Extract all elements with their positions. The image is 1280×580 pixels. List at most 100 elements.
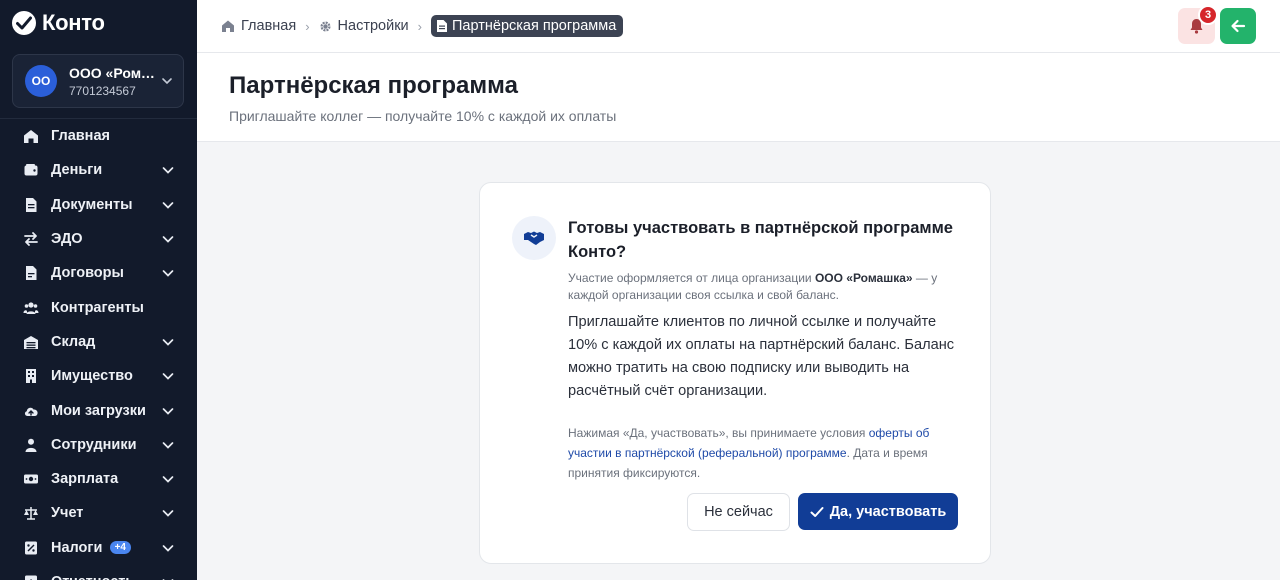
sidebar: Конто ОО ООО «Ромашка» 7701234567 Главна… — [0, 0, 197, 580]
sidebar-item-accounting[interactable]: Учет — [0, 496, 197, 530]
users-icon — [22, 299, 40, 317]
sidebar-item-label: Склад — [51, 333, 96, 350]
note-org-name: ООО «Ромашка» — [814, 271, 913, 285]
org-inn: 7701234567 — [69, 83, 136, 98]
card-org-note: Участие оформляется от лица организации … — [568, 270, 964, 303]
top-bar: Главная › Настройки › Партнёрская програ… — [197, 0, 1280, 53]
breadcrumb-label: Главная — [241, 18, 297, 34]
document-icon — [22, 196, 40, 214]
card-legal-note: Нажимая «Да, участвовать», вы принимаете… — [568, 423, 964, 483]
contract-icon — [22, 264, 40, 282]
sidebar-item-reports[interactable]: Отчетность — [0, 565, 197, 580]
chevron-down-icon — [162, 236, 174, 243]
document-icon — [437, 20, 447, 32]
warehouse-icon — [22, 333, 40, 351]
sidebar-item-label: Документы — [51, 196, 133, 213]
page-subtitle: Приглашайте коллег — получайте 10% с каж… — [229, 108, 617, 124]
sidebar-item-label: Имущество — [51, 368, 133, 385]
org-name: ООО «Ромашка» — [69, 64, 157, 81]
sidebar-item-contracts[interactable]: Договоры — [0, 256, 197, 290]
card-actions: Не сейчас Да, участвовать — [687, 493, 958, 531]
sidebar-item-money[interactable]: Деньги — [0, 153, 197, 187]
sidebar-item-label: ЭДО — [51, 231, 83, 248]
org-avatar: ОО — [25, 65, 57, 97]
chevron-down-icon — [162, 270, 174, 278]
chevron-down-icon — [162, 78, 172, 85]
gear-icon — [320, 20, 331, 32]
chevron-down-icon — [162, 510, 174, 518]
sidebar-item-label: Мои загрузки — [51, 402, 146, 419]
sidebar-item-label: Контрагенты — [51, 299, 144, 316]
chevron-down-icon — [162, 201, 174, 209]
chevron-down-icon — [162, 544, 174, 552]
chevron-down-icon — [162, 579, 174, 580]
tax-icon — [22, 539, 40, 557]
sidebar-item-label: Зарплата — [51, 471, 119, 488]
breadcrumb-settings[interactable]: Настройки — [319, 18, 409, 34]
app-logo[interactable]: Конто — [12, 10, 105, 36]
sidebar-item-uploads[interactable]: Мои загрузки — [0, 393, 197, 427]
user-icon — [22, 436, 40, 454]
sidebar-item-label: Договоры — [51, 265, 124, 282]
partner-offer-card: Готовы участвовать в партнёрской програм… — [479, 182, 991, 564]
chevron-down-icon — [162, 373, 174, 380]
check-icon — [810, 506, 824, 517]
page-header: Партнёрская программа Приглашайте коллег… — [197, 53, 1280, 142]
breadcrumb: Главная › Настройки › Партнёрская програ… — [221, 15, 624, 37]
exchange-icon — [22, 230, 40, 248]
chevron-down-icon — [162, 407, 174, 415]
notifications-button[interactable]: 3 — [1178, 5, 1218, 44]
money-icon — [22, 470, 40, 488]
sidebar-item-taxes[interactable]: Налоги +4 — [0, 531, 197, 565]
chevron-down-icon — [162, 339, 174, 346]
sidebar-item-warehouse[interactable]: Склад — [0, 325, 197, 359]
chevron-down-icon — [162, 441, 174, 449]
card-title: Готовы участвовать в партнёрской програм… — [568, 219, 953, 261]
sidebar-item-label: Главная — [51, 128, 110, 145]
report-icon — [22, 573, 40, 580]
wallet-icon — [22, 161, 40, 179]
sidebar-item-label: Деньги — [51, 162, 103, 179]
breadcrumb-label: Партнёрская программа — [452, 18, 617, 34]
breadcrumb-separator: › — [305, 18, 310, 34]
arrow-left-icon — [1231, 19, 1246, 33]
breadcrumb-separator: › — [417, 18, 422, 34]
page-title: Партнёрская программа — [229, 72, 518, 99]
sidebar-item-property[interactable]: Имущество — [0, 359, 197, 393]
sidebar-item-employees[interactable]: Сотрудники — [0, 428, 197, 462]
chevron-down-icon — [162, 167, 174, 175]
app-name: Конто — [42, 10, 105, 35]
exit-button[interactable] — [1220, 8, 1256, 44]
sidebar-item-edo[interactable]: ЭДО — [0, 222, 197, 256]
sidebar-item-home[interactable]: Главная — [0, 119, 197, 153]
card-body: Готовы участвовать в партнёрской програм… — [568, 216, 964, 483]
sidebar-item-documents[interactable]: Документы — [0, 188, 197, 222]
sidebar-item-label: Налоги — [51, 539, 103, 556]
not-now-button[interactable]: Не сейчас — [687, 493, 790, 531]
building-icon — [22, 367, 40, 385]
sidebar-item-counterparties[interactable]: Контрагенты — [0, 290, 197, 324]
org-switcher[interactable]: ОО ООО «Ромашка» 7701234567 — [12, 54, 184, 108]
scales-icon — [22, 504, 40, 522]
sidebar-nav: Главная Деньги Документы ЭДО Договоры Контраг… — [0, 118, 197, 580]
sidebar-item-badge: +4 — [109, 541, 131, 555]
home-icon — [222, 20, 234, 32]
accept-button[interactable]: Да, участвовать — [798, 493, 958, 530]
home-icon — [22, 127, 40, 145]
sidebar-item-salary[interactable]: Зарплата — [0, 462, 197, 496]
sidebar-item-label: Отчетность — [51, 574, 161, 580]
note-text: Участие оформляется от лица организации — [568, 271, 815, 285]
sidebar-item-label: Сотрудники — [51, 436, 137, 453]
card-description: Приглашайте клиентов по личной ссылке и … — [568, 314, 955, 399]
chevron-down-icon — [162, 476, 174, 483]
logo-check-icon — [12, 11, 36, 35]
legal-text: Нажимая «Да, участвовать», вы принимаете… — [568, 426, 869, 440]
accept-button-label: Да, участвовать — [829, 503, 947, 520]
breadcrumb-label: Настройки — [337, 18, 409, 34]
sidebar-item-label: Учет — [51, 505, 84, 522]
cloud-upload-icon — [22, 402, 40, 420]
handshake-icon — [512, 216, 556, 260]
breadcrumb-current: Партнёрская программа — [431, 15, 624, 37]
breadcrumb-home[interactable]: Главная — [221, 18, 296, 34]
notifications-count-badge: 3 — [1198, 5, 1218, 25]
